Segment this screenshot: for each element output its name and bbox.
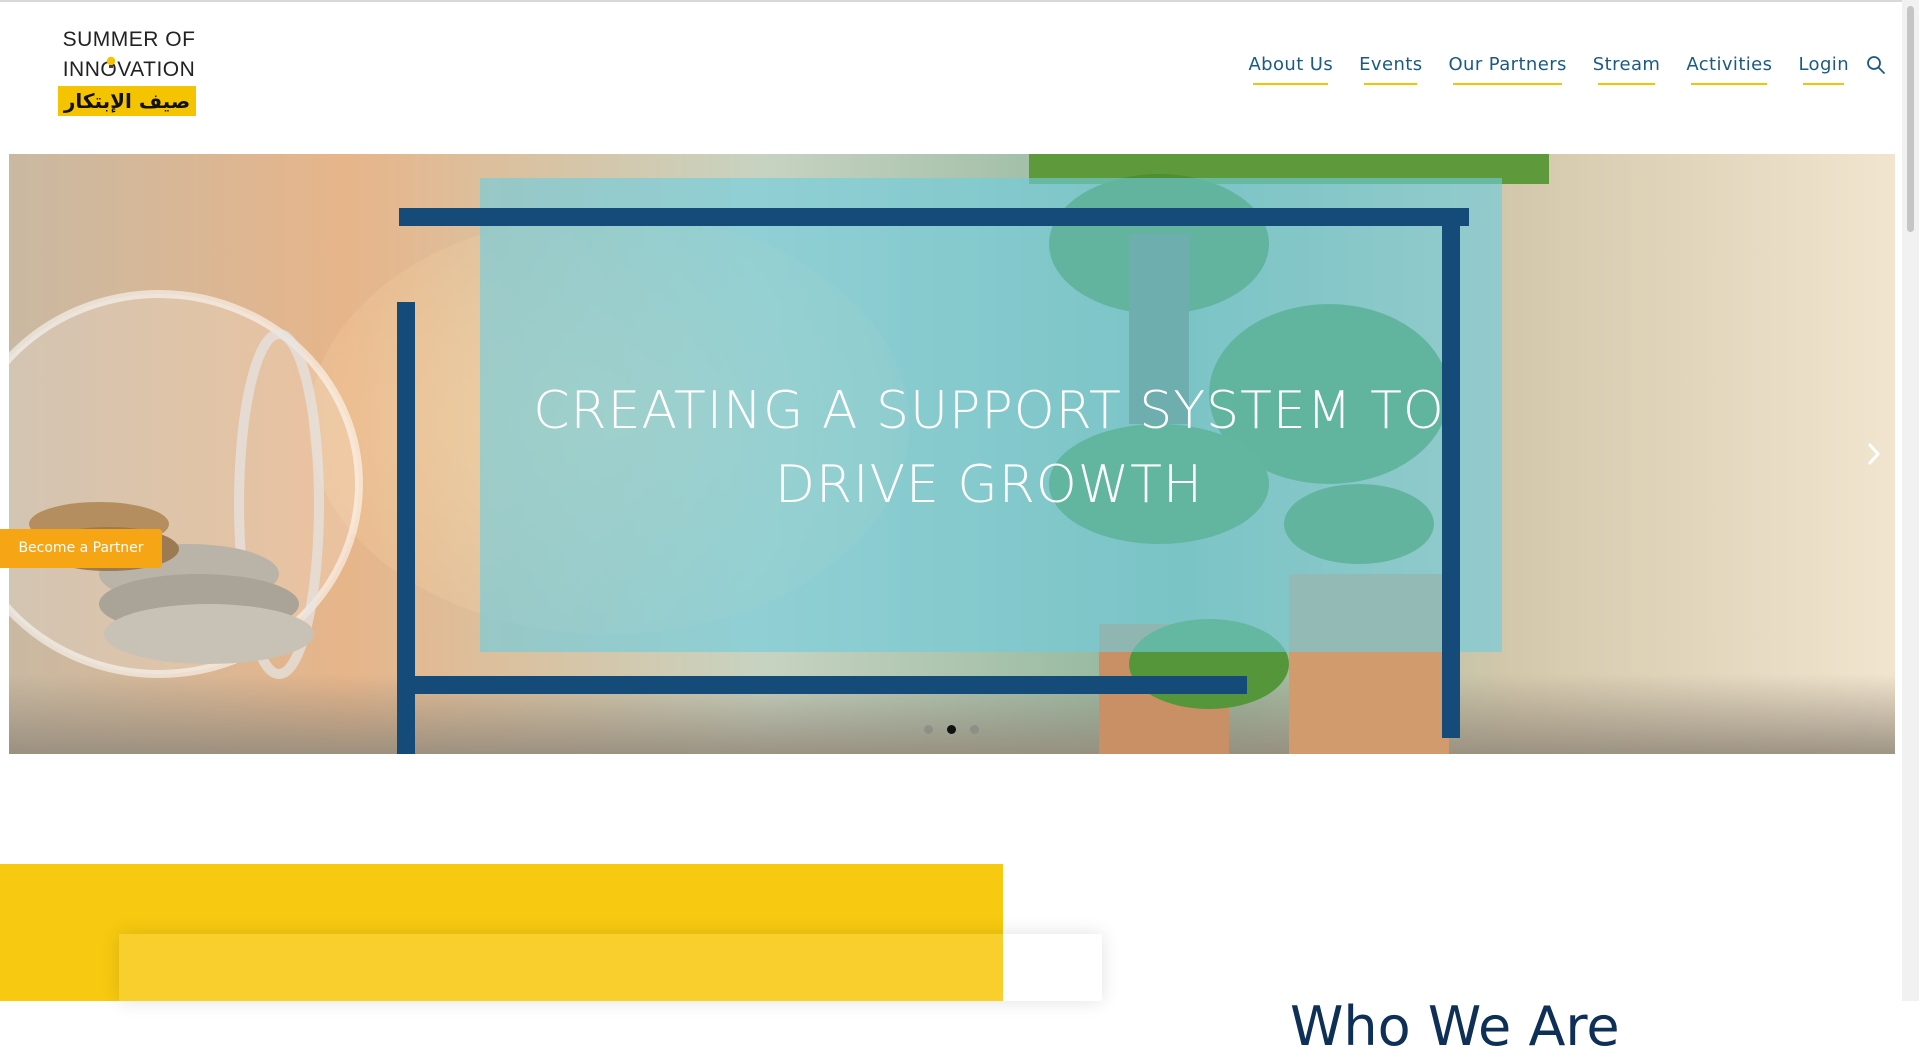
nav-our-partners[interactable]: Our Partners <box>1448 54 1566 85</box>
hero-slider: CREATING A SUPPORT SYSTEM TO DRIVE GROWT… <box>9 154 1895 754</box>
frame-top <box>399 208 1469 226</box>
nav-stream[interactable]: Stream <box>1593 54 1661 85</box>
nav-activities[interactable]: Activities <box>1686 54 1772 85</box>
site-logo[interactable]: SUMMER OF INNOVATION صيف الإبتكار <box>56 28 202 120</box>
section-heading: Who We Are <box>1290 994 1620 1058</box>
about-card <box>119 934 1102 1001</box>
nav-about-us[interactable]: About Us <box>1248 54 1333 85</box>
frame-bottom <box>397 676 1247 694</box>
main-nav: About Us Events Our Partners Stream Acti… <box>1248 54 1849 85</box>
chevron-right-icon[interactable] <box>1866 440 1882 468</box>
page-scrollbar[interactable] <box>1902 0 1919 1001</box>
logo-line1: SUMMER OF <box>62 28 196 51</box>
slider-dot-2[interactable] <box>947 725 956 734</box>
lightbulb-icon <box>106 56 116 68</box>
slider-dot-1[interactable] <box>924 725 933 734</box>
logo-arabic: صيف الإبتكار <box>58 86 196 116</box>
coin-jar-image <box>9 290 363 679</box>
slider-dots <box>924 725 979 734</box>
top-border <box>0 0 1919 2</box>
logo-line2: INNOVATION <box>62 58 196 81</box>
hero-title: CREATING A SUPPORT SYSTEM TO DRIVE GROWT… <box>533 381 1445 515</box>
nav-login[interactable]: Login <box>1798 54 1849 85</box>
search-icon[interactable] <box>1866 55 1886 75</box>
become-partner-button[interactable]: Become a Partner <box>0 529 162 568</box>
slider-dot-3[interactable] <box>970 725 979 734</box>
scroll-thumb[interactable] <box>1907 6 1914 232</box>
nav-events[interactable]: Events <box>1359 54 1422 85</box>
